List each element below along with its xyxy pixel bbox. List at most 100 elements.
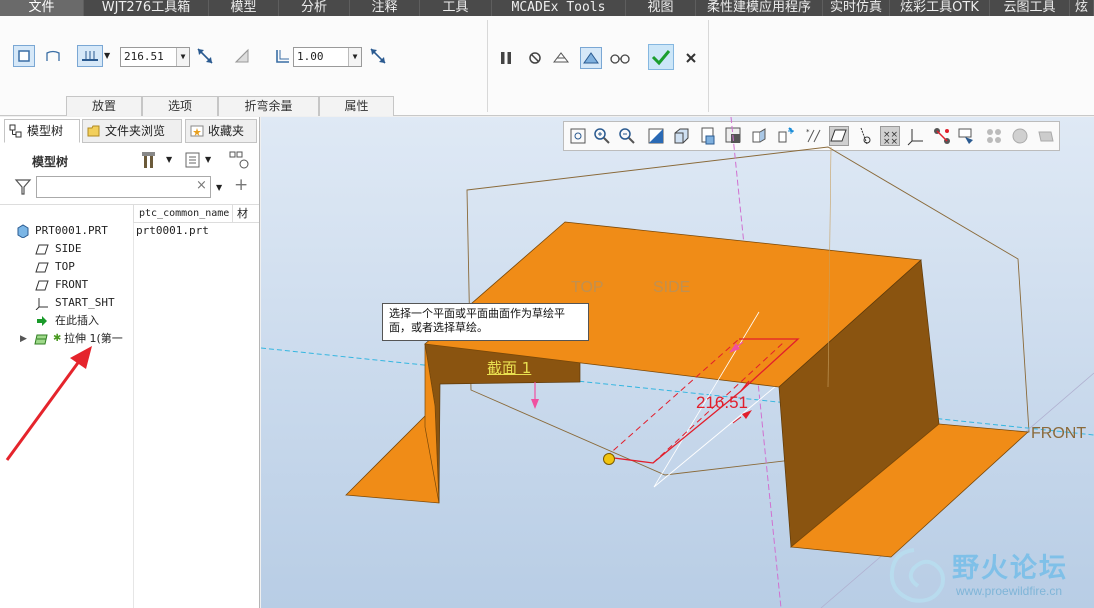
tab-folder-browser[interactable]: 文件夹浏览: [82, 119, 182, 143]
thickness-field[interactable]: 216.51 ▼: [120, 47, 190, 67]
model-tree-icon: [9, 124, 22, 138]
menu-tab-more[interactable]: 炫: [1070, 0, 1094, 16]
tab-model-tree[interactable]: 模型树: [4, 119, 80, 143]
tab-model-tree-label: 模型树: [27, 124, 64, 138]
tab-bend-allowance[interactable]: 折弯余量: [218, 96, 319, 116]
dimension-label[interactable]: 216.51: [696, 393, 748, 413]
flip-arrow-icon: [197, 48, 213, 64]
square-outline-icon: [18, 50, 30, 62]
clear-search-icon[interactable]: ×: [196, 178, 207, 193]
tree-item-front[interactable]: FRONT: [0, 276, 133, 294]
plane-label-front: FRONT: [1031, 425, 1087, 442]
thickness-side-button[interactable]: [77, 45, 103, 67]
column-header-material[interactable]: 材: [232, 205, 259, 223]
solid-preview-icon: [583, 52, 599, 64]
show-list-icon[interactable]: [185, 152, 203, 170]
sketch-start-point[interactable]: [603, 453, 615, 465]
part-icon: [17, 224, 29, 238]
settings-dropdown-icon[interactable]: ▼: [166, 155, 172, 164]
tree-item-csys[interactable]: START_SHT: [0, 294, 133, 312]
check-icon: [651, 50, 671, 66]
graphics-viewport[interactable]: * ×× ×× TOP SIDE FRONT 截面 1 216.51 选择一个平…: [261, 117, 1094, 608]
favorites-icon: [190, 125, 204, 137]
ok-button[interactable]: [648, 44, 674, 70]
flip-thickness-button[interactable]: [367, 45, 389, 67]
menu-tab-model[interactable]: 模型: [209, 0, 279, 16]
tree-item-label: FRONT: [55, 278, 89, 291]
thicken-button[interactable]: [272, 45, 294, 67]
flip-arrow-icon: [370, 48, 386, 64]
datum-plane-icon: [35, 262, 49, 273]
tab-options[interactable]: 选项: [142, 96, 218, 116]
model-scene[interactable]: [261, 117, 1094, 608]
column-divider: [133, 223, 134, 608]
separate-preview-button[interactable]: [550, 47, 572, 69]
folder-icon: [87, 125, 100, 137]
plane-label-side: SIDE: [653, 279, 691, 296]
tree-item-label: TOP: [55, 260, 75, 273]
datum-plane-icon: [35, 244, 49, 255]
tab-favorites-label: 收藏夹: [208, 124, 245, 138]
second-value: 1.00: [297, 50, 324, 63]
tree-item-side[interactable]: SIDE: [0, 240, 133, 258]
surface-button[interactable]: [42, 45, 64, 67]
settings-tools-icon[interactable]: [141, 150, 163, 170]
thickness-icon: [82, 51, 98, 61]
watermark-url: www.proewildfire.cn: [956, 584, 1063, 598]
tree-item-label: START_SHT: [55, 296, 115, 309]
tree-item-insert-here[interactable]: 在此插入: [0, 312, 133, 330]
second-combo-arrow-icon[interactable]: ▼: [348, 48, 361, 66]
panel-title: 模型树: [32, 155, 69, 169]
tree-item-part[interactable]: PRT0001.PRT prt0001.prt: [0, 222, 259, 240]
tree-item-top[interactable]: TOP: [0, 258, 133, 276]
tab-properties[interactable]: 属性: [319, 96, 394, 116]
column-header-name[interactable]: ptc_common_name: [133, 205, 232, 223]
thickness-dropdown-icon[interactable]: ▼: [104, 51, 110, 60]
menu-bar: 文件 WJT276工具箱 模型 分析 注释 工具 MCADEx Tools 视图…: [0, 0, 1094, 16]
verify-preview-button[interactable]: [609, 47, 631, 69]
tree-filter-settings-icon[interactable]: [229, 151, 251, 169]
mesh-preview-icon: [552, 52, 570, 63]
pause-button[interactable]: [495, 47, 517, 69]
add-column-icon[interactable]: +: [234, 175, 248, 195]
menu-tab-cloud-tools[interactable]: 云图工具: [990, 0, 1070, 16]
menu-tab-realtime-simulation[interactable]: 实时仿真: [823, 0, 890, 16]
insert-here-arrow-icon: [37, 316, 47, 326]
tab-placement[interactable]: 放置: [66, 96, 142, 116]
tree-search-input[interactable]: [36, 176, 211, 198]
thickness-combo-arrow-icon[interactable]: ▼: [176, 48, 189, 66]
menu-tab-mcadex-tools[interactable]: MCADEx Tools: [492, 0, 626, 16]
tree-item-label: SIDE: [55, 242, 82, 255]
search-dropdown-icon[interactable]: ▼: [216, 183, 222, 192]
watermark-logo-icon: [889, 548, 945, 603]
ribbon: ▼ 216.51 ▼ 1.00 ▼ 放置 选项 折弯余量 属性: [0, 16, 1094, 116]
flip-direction-button[interactable]: [194, 45, 216, 67]
watermark-title: 野火论坛: [952, 553, 1068, 584]
solid-wall-button[interactable]: [13, 45, 35, 67]
datum-plane-icon: [35, 280, 49, 291]
tab-folder-browser-label: 文件夹浏览: [105, 124, 166, 138]
menu-tab-wjt276[interactable]: WJT276工具箱: [84, 0, 209, 16]
tab-favorites[interactable]: 收藏夹: [185, 119, 257, 143]
menu-tab-tools[interactable]: 工具: [420, 0, 492, 16]
coordinate-system-icon: [35, 298, 48, 310]
menu-tab-view[interactable]: 视图: [626, 0, 696, 16]
menu-tab-analysis[interactable]: 分析: [279, 0, 350, 16]
section-label: 截面 1: [487, 359, 532, 377]
tree-item-label: 在此插入: [55, 314, 99, 327]
menu-tab-annotate[interactable]: 注释: [350, 0, 420, 16]
remove-material-button[interactable]: [231, 45, 253, 67]
tree-item-common-name: prt0001.prt: [136, 224, 209, 237]
menu-tab-flexible-modeling[interactable]: 柔性建模应用程序: [696, 0, 823, 16]
attached-preview-button[interactable]: [580, 47, 602, 69]
second-value-field[interactable]: 1.00 ▼: [293, 47, 362, 67]
remove-material-icon: [234, 48, 249, 63]
filter-icon[interactable]: [14, 178, 32, 196]
menu-tab-color-tools-otk[interactable]: 炫彩工具OTK: [890, 0, 990, 16]
menu-tab-file[interactable]: 文件: [0, 0, 84, 16]
red-arrow-annotation: [5, 346, 92, 461]
cancel-button[interactable]: [680, 47, 702, 69]
show-dropdown-icon[interactable]: ▼: [205, 155, 211, 164]
no-preview-button[interactable]: [524, 47, 546, 69]
pause-icon: [501, 52, 511, 64]
